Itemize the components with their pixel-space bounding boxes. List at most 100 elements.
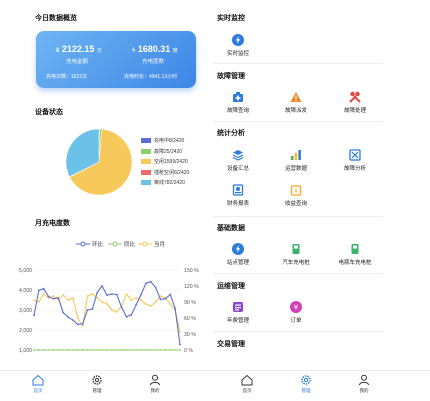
data-point — [145, 303, 147, 305]
fault-title: 故障管理 — [217, 73, 245, 80]
realtime-monitor-item[interactable]: 实时监控 — [208, 34, 268, 57]
data-point — [140, 299, 142, 301]
y-right-tick: 60 % — [184, 316, 196, 322]
divider — [213, 121, 383, 122]
data-point — [67, 299, 69, 301]
overview-card: ¥ 2122.15 元 充电金额 ϟ 1680.31 度 充电度数 充电次数：1… — [36, 31, 196, 88]
annual-fee-item[interactable]: 年费管理 — [208, 301, 268, 324]
gear-icon — [92, 375, 102, 385]
device-legend-item: 空闲1599/2420 — [141, 158, 188, 165]
data-point — [164, 349, 167, 351]
fault-handle-item[interactable]: 故障处理 — [325, 91, 385, 114]
data-point — [125, 349, 128, 351]
stats-title: 统计分析 — [217, 130, 245, 137]
fault-query-item[interactable]: 故障查询 — [208, 91, 268, 114]
chart-legend-item[interactable]: 环比 — [76, 240, 103, 248]
tab-user[interactable]: 我的 — [344, 374, 384, 394]
series-line-环比 — [33, 281, 181, 345]
data-point — [57, 349, 60, 351]
tab-label: 我的 — [359, 388, 369, 393]
data-point — [140, 349, 142, 351]
data-point — [101, 349, 104, 351]
data-point — [154, 349, 157, 351]
finance-report-item[interactable]: 财务报表 — [208, 184, 268, 207]
tab-user[interactable]: 我的 — [135, 374, 175, 394]
data-point — [91, 349, 94, 351]
legend-label: 故障25/2420 — [154, 148, 183, 155]
data-point — [52, 295, 55, 297]
data-point — [47, 349, 50, 351]
ops-title: 运维管理 — [217, 283, 245, 290]
data-point — [76, 349, 79, 351]
data-point — [110, 309, 113, 311]
data-point — [91, 293, 94, 295]
data-point — [164, 297, 167, 300]
energy-value: ϟ 1680.31 度 — [132, 44, 178, 54]
data-point — [110, 349, 113, 351]
home-icon — [32, 374, 44, 386]
wallet-icon: ¥ — [290, 185, 302, 196]
data-point — [37, 289, 40, 292]
user-icon — [150, 374, 160, 386]
data-point — [154, 301, 157, 303]
device-legend-item: 充电中8/2420 — [141, 137, 184, 144]
data-point — [135, 349, 138, 351]
divider — [213, 216, 383, 217]
divider — [213, 273, 383, 274]
legend-label: 当月 — [154, 242, 166, 248]
operation-data-item[interactable]: 运营数据 — [266, 149, 326, 172]
y-left-tick: 2,000 — [19, 328, 32, 334]
data-point — [154, 286, 157, 289]
data-point — [101, 285, 104, 287]
data-point — [86, 309, 89, 311]
data-point — [145, 349, 147, 351]
amount-label: 充电金额 — [66, 59, 89, 65]
device-summary-item[interactable]: 设备汇总 — [208, 149, 268, 172]
data-point — [67, 349, 69, 351]
tab-home[interactable]: 首页 — [18, 374, 58, 394]
data-point — [169, 349, 172, 351]
tab-home[interactable]: 首页 — [227, 374, 267, 394]
chart-legend-item[interactable]: 当月 — [138, 240, 165, 248]
y-right-tick: 150 % — [184, 268, 199, 274]
data-point — [96, 291, 99, 294]
data-point — [81, 349, 84, 351]
data-point — [174, 307, 177, 310]
medical-kit-icon — [233, 92, 243, 102]
amount-value: ¥ 2122.15 元 — [56, 44, 102, 54]
gear-icon — [301, 375, 311, 385]
data-point — [179, 349, 181, 351]
legend-swatch — [141, 138, 151, 143]
order-item[interactable]: ¥ 订单 — [266, 301, 326, 324]
data-point — [169, 293, 172, 296]
legend-line-icon — [76, 241, 90, 247]
data-point — [115, 293, 118, 296]
device-legend-item: 故障25/2420 — [141, 148, 182, 155]
legend-line-icon — [108, 241, 122, 247]
ebike-charger-item[interactable]: 电瓶车充电桩 — [325, 243, 385, 266]
data-point — [42, 349, 45, 351]
device-status-title: 设备状态 — [35, 109, 63, 116]
legend-label: 插枪空闲6/2420 — [154, 169, 190, 176]
tab-label: 我的 — [150, 388, 160, 393]
bottom-tabbar: 首页 管理 我的 — [0, 370, 209, 401]
car-charger-item[interactable]: 汽车充电桩 — [266, 243, 326, 266]
home-screen: 今日数据概览 ¥ 2122.15 元 充电金额 ϟ 1680.31 度 充电度数… — [0, 0, 209, 401]
data-point — [72, 297, 74, 299]
data-point — [91, 308, 94, 310]
fault-analysis-item[interactable]: 故障分析 — [325, 149, 385, 172]
fault-dispatch-item[interactable]: 故障派发 — [266, 91, 326, 114]
data-point — [86, 295, 89, 297]
tab-label: 首页 — [242, 388, 252, 393]
chart-legend-item[interactable]: 同比 — [108, 240, 135, 248]
tab-gear[interactable]: 管理 — [286, 374, 326, 394]
legend-label: 离线782/2420 — [154, 180, 185, 186]
revenue-query-item[interactable]: ¥ 收益查询 — [266, 184, 326, 207]
svg-text:¥: ¥ — [294, 188, 298, 195]
data-point — [149, 280, 152, 283]
warning-icon — [290, 92, 302, 102]
station-manage-item[interactable]: 站点管理 — [208, 243, 268, 266]
y-left-tick: 1,000 — [19, 348, 32, 353]
tab-gear[interactable]: 管理 — [77, 374, 117, 394]
monthly-title: 月充电度数 — [35, 220, 70, 227]
